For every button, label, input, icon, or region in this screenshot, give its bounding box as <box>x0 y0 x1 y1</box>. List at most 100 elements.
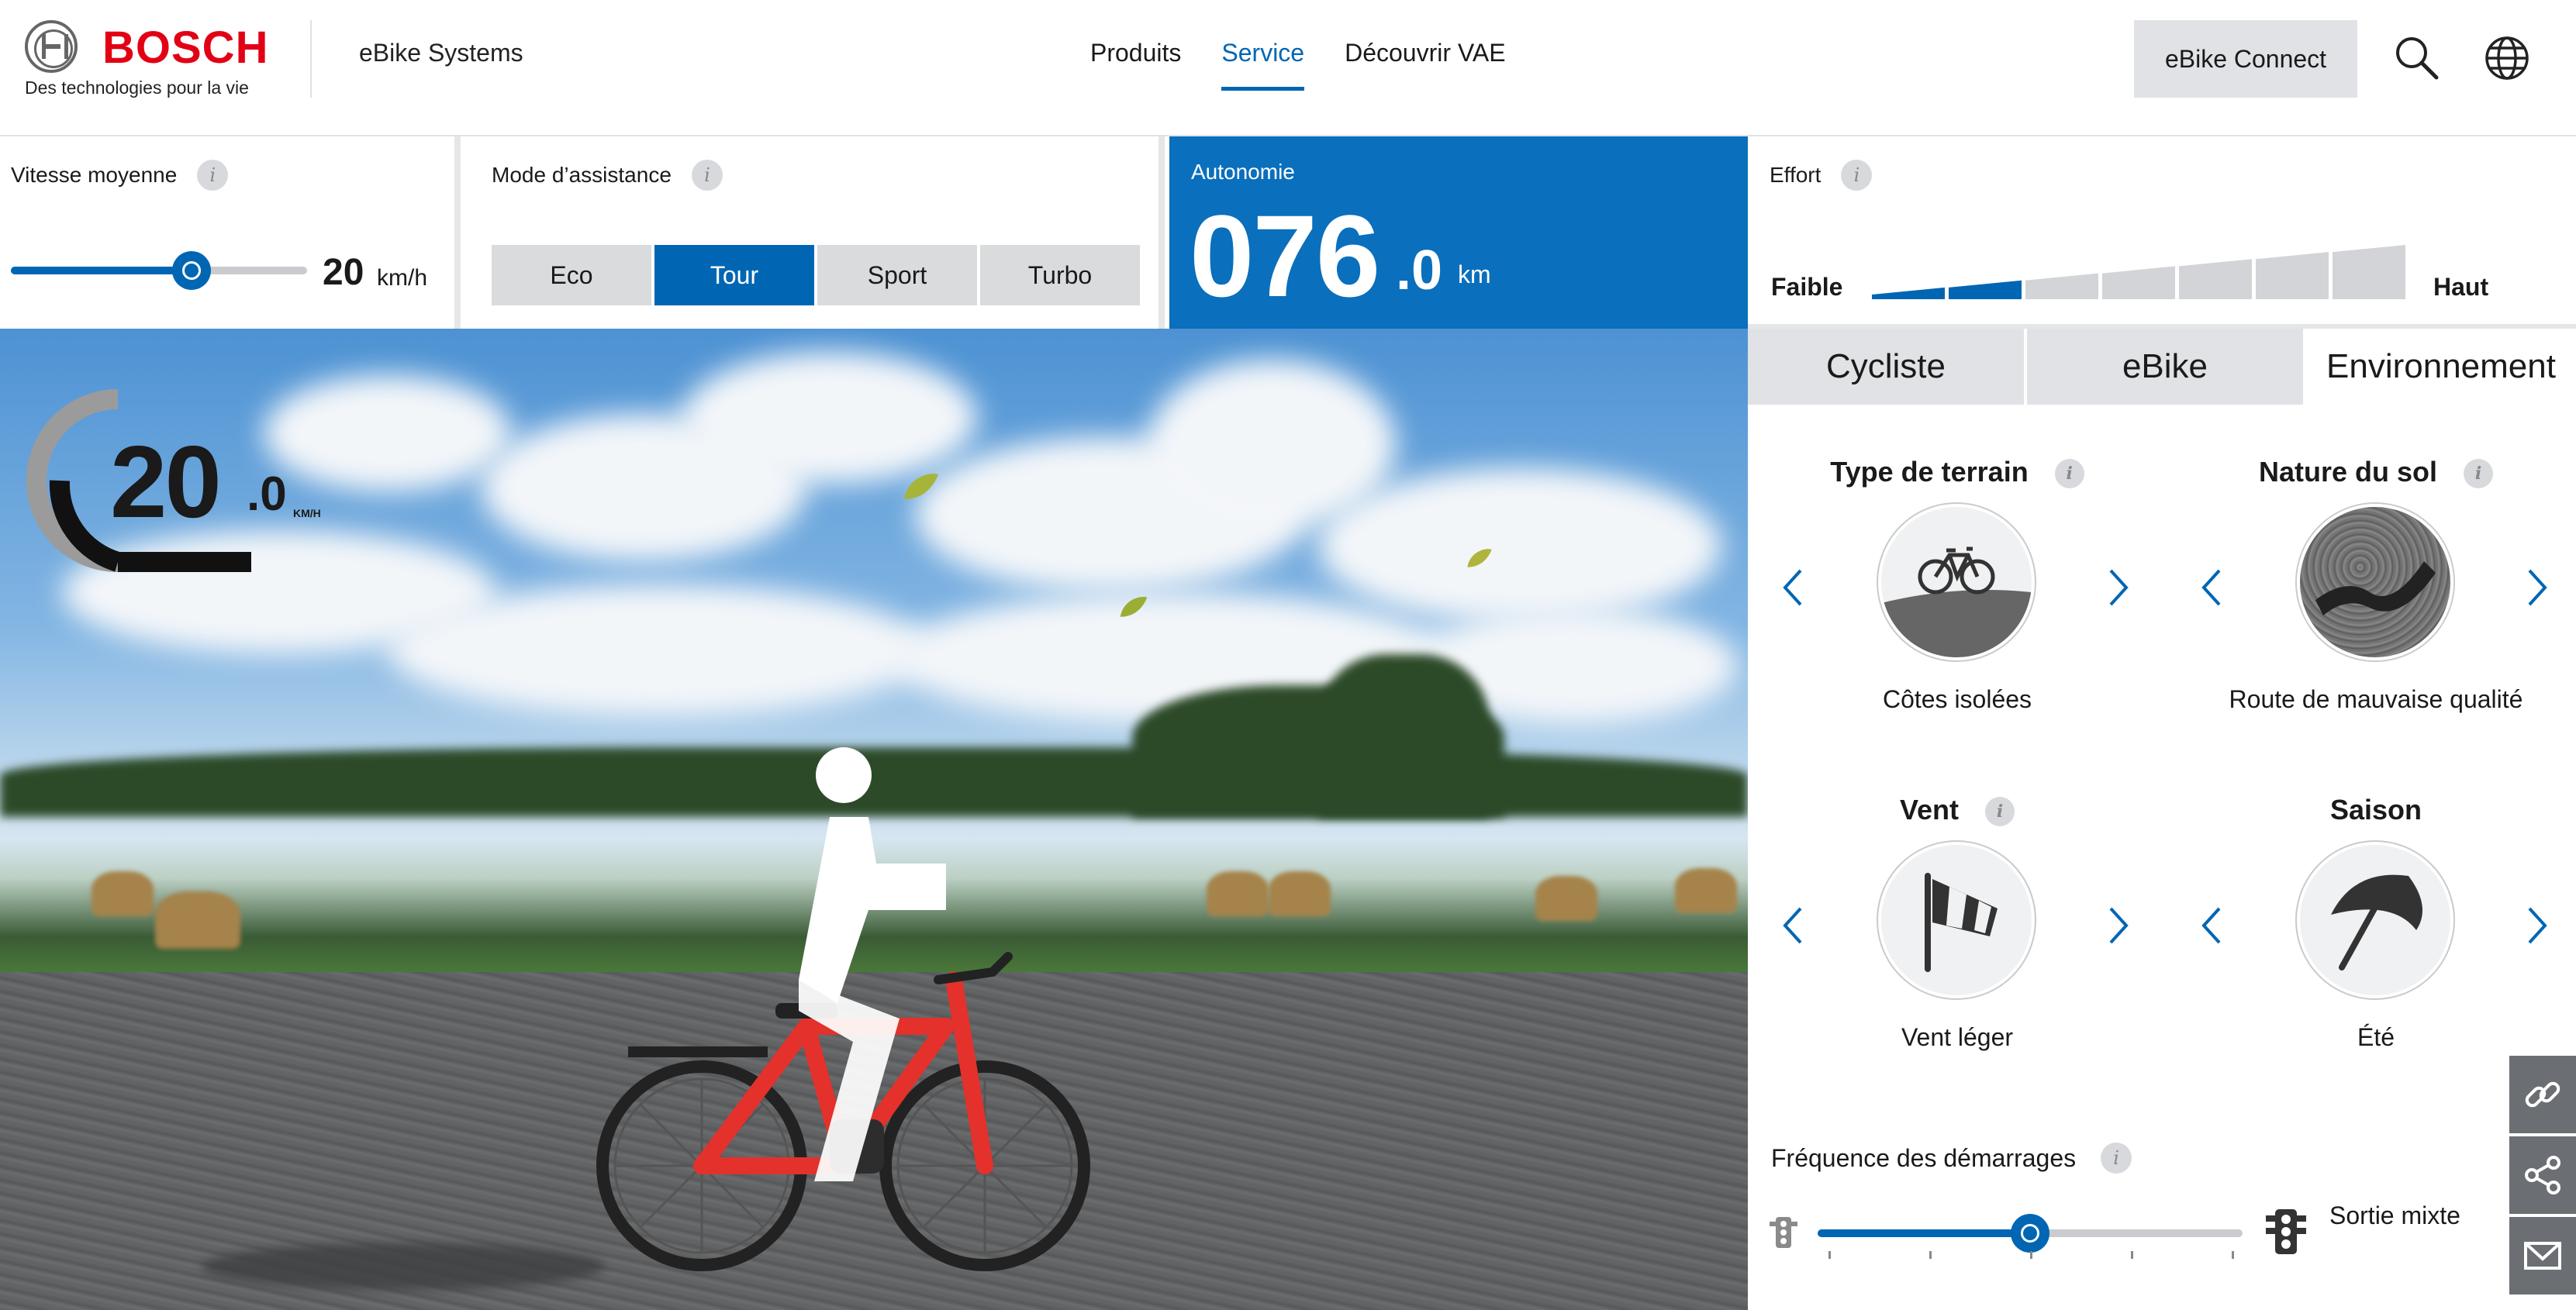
chevron-right-icon[interactable] <box>2522 902 2553 949</box>
range-decimal: .0 <box>1396 240 1443 302</box>
search-icon[interactable] <box>2393 34 2441 82</box>
effort-segment <box>2102 266 2175 299</box>
chevron-left-icon[interactable] <box>1777 902 1808 949</box>
range-panel: Autonomie 076 .0 km <box>1169 136 1748 329</box>
effort-segment <box>2256 252 2329 299</box>
header-divider <box>310 20 312 98</box>
nav-item-service[interactable]: Service <box>1201 0 1324 136</box>
effort-segment <box>2179 259 2252 299</box>
info-icon[interactable]: i <box>197 160 229 191</box>
brand-tagline: Des technologies pour la vie <box>25 78 249 98</box>
speed-value: 20 <box>323 252 364 293</box>
leaf-icon <box>1467 549 1492 567</box>
info-icon[interactable]: i <box>1841 160 1873 191</box>
terrain-value: Côtes isolées <box>1882 685 2032 713</box>
assist-mode-title: Mode d’assistance <box>492 163 672 187</box>
link-icon[interactable] <box>2509 1056 2576 1133</box>
cloud <box>1318 468 1721 623</box>
effort-low-label: Faible <box>1771 273 1843 301</box>
start-frequency-fill <box>1818 1229 2030 1237</box>
gauge-speed-unit: KM/H <box>293 507 321 519</box>
mail-icon[interactable] <box>2509 1217 2576 1294</box>
wind-title: Vent <box>1899 794 1960 826</box>
cloud <box>388 584 931 716</box>
range-value: 076 <box>1190 191 1380 321</box>
effort-segment <box>2333 245 2405 299</box>
traffic-light-icon <box>1770 1217 1797 1248</box>
riding-scene: 20 .0 KM/H <box>0 329 1748 1310</box>
surface-selector: Nature du sol i Route de mauvaise qualité <box>2167 456 2576 735</box>
season-selector: Saison Été <box>2167 794 2576 1073</box>
effort-high-label: Haut <box>2433 273 2489 301</box>
average-speed-panel: Vitesse moyenne i 20 km/h <box>0 136 461 329</box>
sub-brand-link[interactable]: eBike Systems <box>359 39 523 67</box>
slider-tick <box>2232 1251 2234 1259</box>
globe-icon[interactable] <box>2483 34 2531 82</box>
info-icon[interactable]: i <box>2464 459 2494 489</box>
cyclist-ebike-illustration <box>596 747 1090 1271</box>
umbrella-icon <box>2297 842 2453 998</box>
chevron-right-icon[interactable] <box>2103 902 2134 949</box>
mode-tour-button[interactable]: Tour <box>654 245 814 305</box>
gauge-speed-value: 20 <box>110 425 222 539</box>
chevron-right-icon[interactable] <box>2522 564 2553 611</box>
hay-bale <box>1675 868 1737 913</box>
bosch-logo[interactable]: BOSCH Des technologies pour la vie <box>25 20 281 105</box>
mode-sport-button[interactable]: Sport <box>817 245 977 305</box>
start-frequency-thumb[interactable] <box>2011 1214 2049 1253</box>
parameter-tabs: Cycliste eBike Environnement <box>1748 329 2576 405</box>
range-title: Autonomie <box>1191 160 1295 184</box>
average-speed-title: Vitesse moyenne <box>11 163 178 187</box>
road-crack <box>202 1243 605 1290</box>
share-icon[interactable] <box>2509 1136 2576 1214</box>
bosch-armature-icon <box>25 20 78 73</box>
terrain-title: Type de terrain <box>1830 456 2029 488</box>
effort-segment <box>1872 287 1945 299</box>
info-icon[interactable]: i <box>691 160 723 191</box>
bicycle-hill-icon <box>1878 504 2035 660</box>
slider-tick <box>1828 1251 1831 1259</box>
ebike-connect-button[interactable]: eBike Connect <box>2134 20 2357 98</box>
slider-tick <box>2131 1251 2133 1259</box>
brand-wordmark: BOSCH <box>102 22 269 73</box>
traffic-light-icon <box>2266 1209 2306 1254</box>
chevron-left-icon[interactable] <box>2196 902 2227 949</box>
range-unit: km <box>1458 260 1491 288</box>
slider-tick <box>2030 1251 2032 1259</box>
nav-item-produits[interactable]: Produits <box>1070 0 1201 136</box>
tab-cycliste[interactable]: Cycliste <box>1748 329 2024 405</box>
surface-title: Nature du sol <box>2258 456 2438 488</box>
tab-ebike[interactable]: eBike <box>2027 329 2303 405</box>
hay-bale <box>1269 871 1331 916</box>
chevron-right-icon[interactable] <box>2103 564 2134 611</box>
parameters-panel: Cycliste eBike Environnement Type de ter… <box>1748 329 2576 1310</box>
mode-eco-button[interactable]: Eco <box>492 245 651 305</box>
chevron-left-icon[interactable] <box>2196 564 2227 611</box>
nav-item-decouvrir-vae[interactable]: Découvrir VAE <box>1324 0 1525 136</box>
tab-environnement[interactable]: Environnement <box>2306 329 2576 405</box>
season-value: Été <box>2357 1023 2395 1051</box>
slider-tick <box>1929 1251 1932 1259</box>
info-icon[interactable]: i <box>1985 797 2015 827</box>
start-frequency-control: Fréquence des démarrages i Sortie mixte <box>1748 1127 2576 1282</box>
chevron-left-icon[interactable] <box>1777 564 1808 611</box>
speed-slider-thumb[interactable] <box>172 251 212 290</box>
info-icon[interactable]: i <box>2101 1143 2132 1174</box>
effort-title: Effort <box>1770 163 1822 187</box>
hay-bale <box>1207 871 1269 916</box>
leaf-icon <box>904 474 938 499</box>
speed-slider[interactable] <box>11 251 307 290</box>
wind-value: Vent léger <box>1901 1023 2014 1051</box>
hay-bale <box>1535 876 1597 921</box>
surface-value: Route de mauvaise qualité <box>2229 685 2523 713</box>
wind-selector: Vent i Vent léger <box>1748 794 2167 1073</box>
speed-unit: km/h <box>377 265 428 291</box>
effort-meter <box>1872 245 2405 299</box>
mode-turbo-button[interactable]: Turbo <box>980 245 1140 305</box>
asphalt-icon <box>2297 504 2453 660</box>
start-frequency-slider[interactable] <box>1818 1214 2243 1253</box>
gauge-speed-decimal: .0 <box>247 467 287 521</box>
info-icon[interactable]: i <box>2054 459 2084 489</box>
treeline <box>1318 654 1489 817</box>
site-header: BOSCH Des technologies pour la vie eBike… <box>0 0 2576 136</box>
